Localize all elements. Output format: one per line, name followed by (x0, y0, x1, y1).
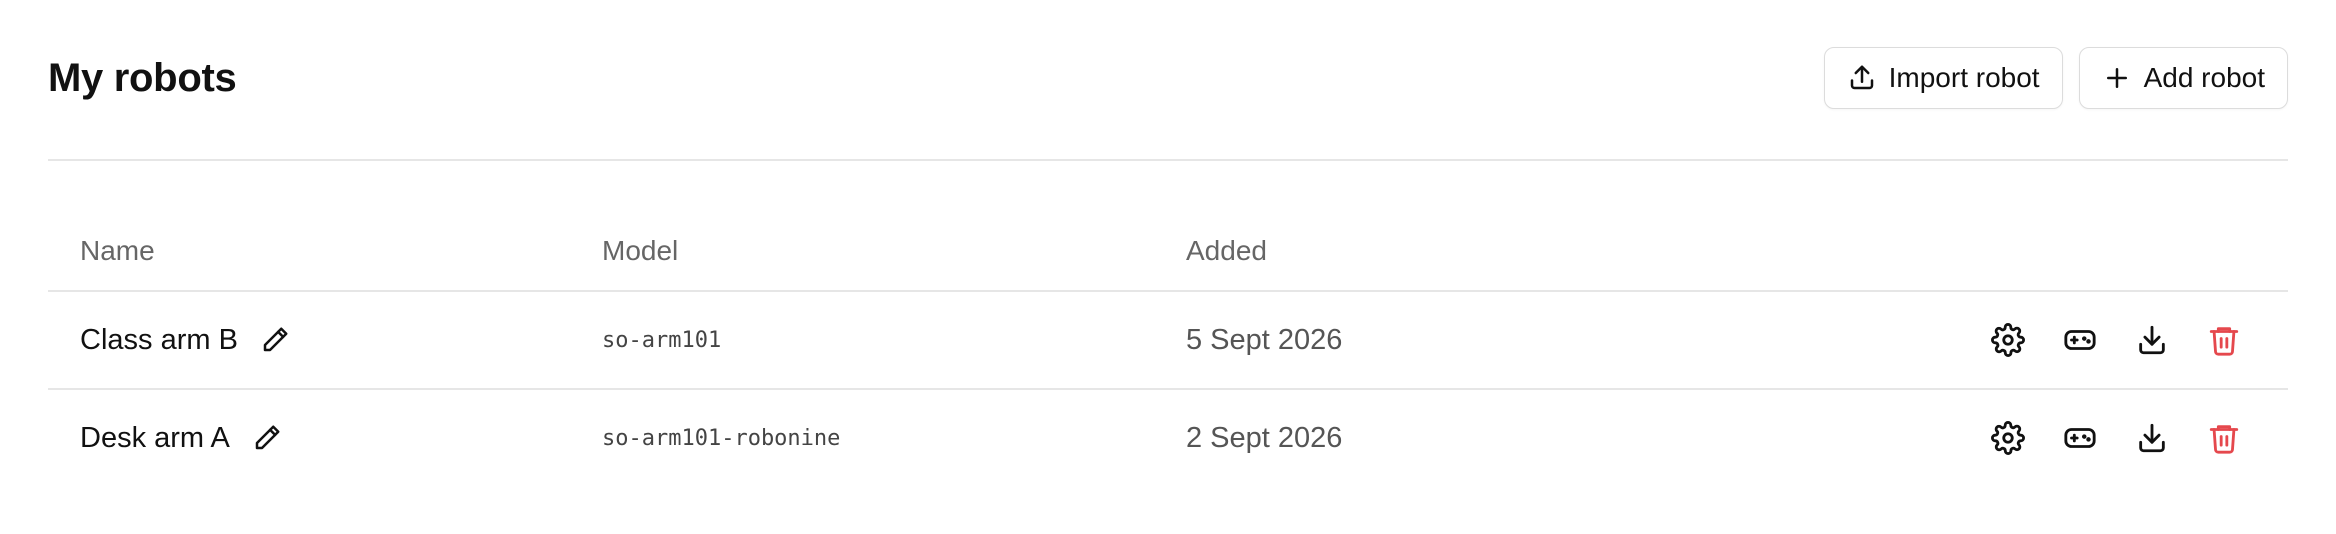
robot-model-cell: so-arm101 (602, 328, 1186, 353)
robot-added-date: 2 Sept 2026 (1186, 421, 1343, 454)
pencil-icon[interactable] (252, 423, 282, 453)
pencil-icon[interactable] (260, 325, 290, 355)
row-actions (1786, 322, 2288, 358)
page-header: My robots Import robot Add robot (48, 46, 2288, 110)
robot-added-date: 5 Sept 2026 (1186, 323, 1343, 356)
add-robot-label: Add robot (2143, 62, 2265, 93)
download-icon[interactable] (2134, 420, 2170, 456)
robot-name-cell: Class arm B (48, 324, 602, 357)
import-robot-button[interactable]: Import robot (1823, 47, 2063, 109)
robot-name: Desk arm A (80, 421, 230, 454)
robot-model: so-arm101-robonine (602, 425, 841, 451)
column-header-name: Name (80, 235, 155, 266)
gamepad-icon[interactable] (2062, 420, 2098, 456)
table-row: Desk arm A so-arm101-robonine 2 Sept 202… (48, 390, 2288, 486)
robot-name-cell: Desk arm A (48, 422, 602, 455)
table-row: Class arm B so-arm101 5 Sept 2026 (48, 292, 2288, 390)
gear-icon[interactable] (1990, 322, 2026, 358)
robot-model-cell: so-arm101-robonine (602, 426, 1186, 451)
robots-page: My robots Import robot Add robot Name Mo… (0, 0, 2336, 534)
import-robot-label: Import robot (1888, 62, 2040, 93)
row-actions (1786, 420, 2288, 456)
gamepad-icon[interactable] (2062, 322, 2098, 358)
robot-model: so-arm101 (602, 327, 722, 353)
column-header-added: Added (1186, 235, 1267, 266)
robot-added-cell: 2 Sept 2026 (1186, 422, 1786, 455)
add-robot-button[interactable]: Add robot (2078, 47, 2288, 109)
page-title: My robots (48, 55, 237, 100)
trash-icon[interactable] (2206, 322, 2242, 358)
robots-table: Name Model Added Class arm B so-arm101 5… (48, 212, 2288, 486)
header-divider (48, 159, 2288, 161)
upload-icon (1847, 63, 1877, 93)
robot-name: Class arm B (80, 323, 238, 356)
robot-added-cell: 5 Sept 2026 (1186, 324, 1786, 357)
trash-icon[interactable] (2206, 420, 2242, 456)
gear-icon[interactable] (1990, 420, 2026, 456)
header-actions: Import robot Add robot (1823, 47, 2288, 109)
plus-icon (2102, 63, 2132, 93)
table-header: Name Model Added (48, 212, 2288, 292)
column-header-model: Model (602, 235, 679, 266)
download-icon[interactable] (2134, 322, 2170, 358)
